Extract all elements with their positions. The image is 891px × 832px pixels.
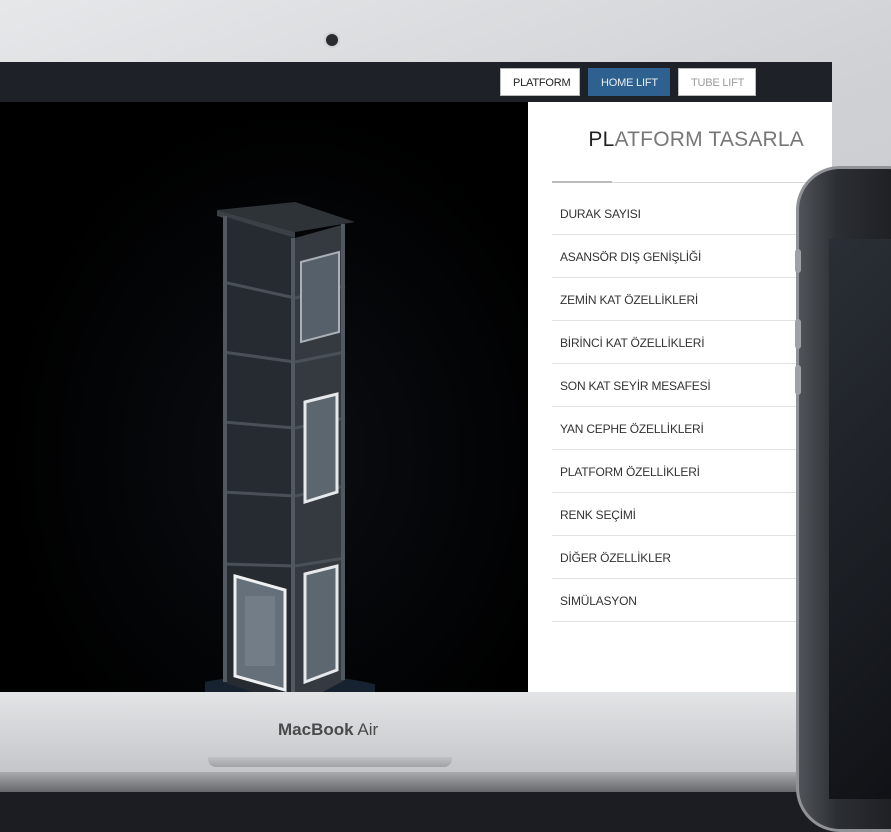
menu-item-son-kat-seyir[interactable]: SON KAT SEYİR MESAFESİ (552, 364, 822, 407)
tab-tube-lift[interactable]: TUBE LIFT (678, 68, 756, 96)
menu-item-diger-ozellikler[interactable]: DİĞER ÖZELLİKLER (552, 536, 822, 579)
panel-title: PLATFORM TASARLA (528, 128, 804, 152)
menu-item-birinci-kat[interactable]: BİRİNCİ KAT ÖZELLİKLERİ (552, 321, 822, 364)
phone-device (795, 166, 891, 832)
title-divider (552, 181, 810, 183)
config-panel: PLATFORM TASARLA DURAK SAYISI ASANSÖR DI… (528, 102, 832, 692)
phone-screen (829, 239, 891, 799)
tab-platform[interactable]: PLATFORM (500, 68, 580, 96)
menu-item-renk-secimi[interactable]: RENK SEÇİMİ (552, 493, 822, 536)
phone-volume-down-button (795, 365, 801, 395)
menu-item-asansor-dis-genisligi[interactable]: ASANSÖR DIŞ GENİŞLİĞİ (552, 235, 822, 278)
menu-item-zemin-kat[interactable]: ZEMİN KAT ÖZELLİKLERİ (552, 278, 822, 321)
phone-mute-switch (795, 249, 801, 273)
brand-suffix: Air (353, 720, 379, 739)
menu-item-simulasyon[interactable]: SİMÜLASYON (552, 579, 822, 622)
tab-home-lift[interactable]: HOME LIFT (588, 68, 670, 96)
3d-preview-stage[interactable] (0, 102, 528, 692)
laptop-hinge (208, 757, 452, 767)
laptop-screen: PLATFORM HOME LIFT TUBE LIFT PLATFORM TA… (0, 62, 832, 692)
menu-item-yan-cephe[interactable]: YAN CEPHE ÖZELLİKLERİ (552, 407, 822, 450)
device-brand-label: MacBook Air (278, 720, 378, 740)
brand-prefix: MacBook (278, 720, 354, 739)
laptop-underside (0, 772, 891, 792)
product-tabs: PLATFORM HOME LIFT TUBE LIFT (500, 68, 756, 96)
panel-title-bold: PL (588, 128, 615, 151)
menu-item-durak-sayisi[interactable]: DURAK SAYISI (552, 192, 822, 235)
panel-title-rest: ATFORM TASARLA (614, 128, 804, 151)
config-menu: DURAK SAYISI ASANSÖR DIŞ GENİŞLİĞİ ZEMİN… (552, 192, 822, 622)
phone-volume-up-button (795, 319, 801, 349)
camera-icon (326, 34, 338, 46)
elevator-model-image (205, 202, 375, 692)
menu-item-platform-ozellikleri[interactable]: PLATFORM ÖZELLİKLERİ (552, 450, 822, 493)
